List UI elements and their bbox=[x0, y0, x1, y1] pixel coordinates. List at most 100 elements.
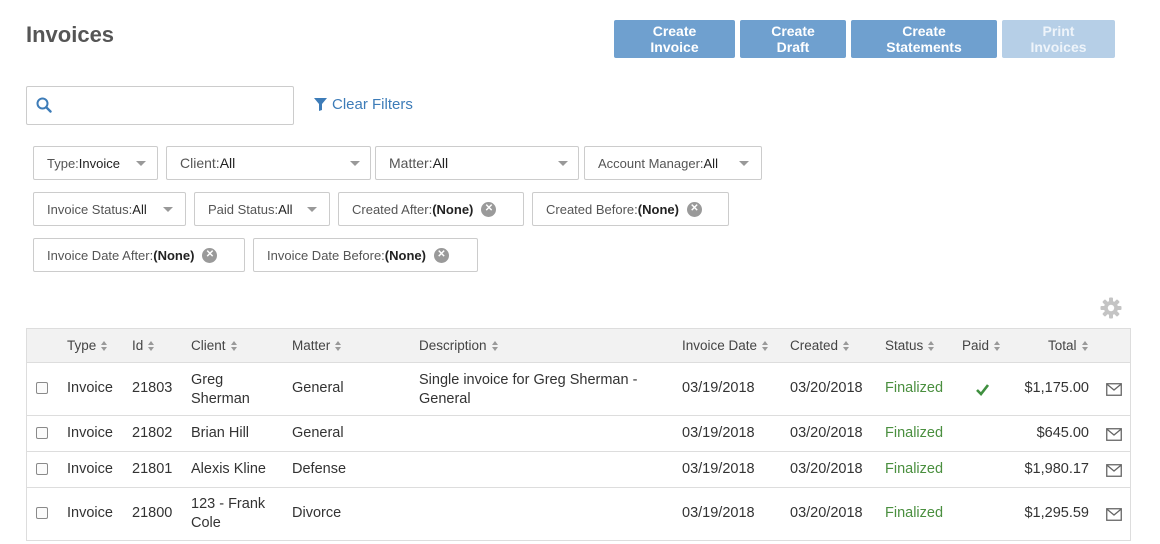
sort-icon bbox=[148, 341, 155, 351]
chevron-down-icon bbox=[350, 161, 360, 166]
filter-matter-label: Matter: bbox=[389, 155, 433, 171]
column-label: Type bbox=[67, 338, 97, 353]
row-checkbox[interactable] bbox=[36, 463, 48, 475]
column-label: Invoice Date bbox=[682, 338, 758, 353]
filter-invoice-date-before[interactable]: Invoice Date Before: (None) ✕ bbox=[253, 238, 478, 272]
clear-circle-icon[interactable]: ✕ bbox=[686, 201, 702, 217]
filter-created-after[interactable]: Created After: (None) ✕ bbox=[338, 192, 524, 226]
cell-id: 21803 bbox=[132, 380, 173, 396]
chevron-down-icon bbox=[136, 161, 146, 166]
cell-status: Finalized bbox=[885, 505, 944, 521]
cell-type: Invoice bbox=[67, 380, 113, 396]
filter-matter[interactable]: Matter: All bbox=[375, 146, 579, 180]
check-icon bbox=[976, 384, 989, 396]
mail-icon[interactable] bbox=[1106, 508, 1122, 521]
filter-account-manager[interactable]: Account Manager: All bbox=[584, 146, 762, 180]
row-checkbox[interactable] bbox=[36, 427, 48, 439]
filter-invoice-status[interactable]: Invoice Status: All bbox=[33, 192, 186, 226]
mail-icon[interactable] bbox=[1106, 383, 1122, 396]
table-row[interactable]: Invoice 21800 123 - Frank Cole Divorce 0… bbox=[27, 488, 1130, 541]
cell-status: Finalized bbox=[885, 425, 944, 441]
cell-invoice-date: 03/19/2018 bbox=[682, 461, 755, 477]
gear-icon[interactable] bbox=[1100, 297, 1122, 319]
clear-circle-icon[interactable]: ✕ bbox=[433, 247, 449, 263]
cell-matter: Divorce bbox=[292, 505, 342, 521]
cell-matter: General bbox=[292, 425, 344, 441]
filter-type-label: Type: bbox=[47, 155, 79, 171]
create-invoice-button[interactable]: Create Invoice bbox=[614, 20, 735, 58]
column-label: Status bbox=[885, 338, 924, 353]
search-box bbox=[26, 86, 294, 125]
filter-invoice-date-after-value: (None) bbox=[153, 247, 195, 263]
search-input[interactable] bbox=[57, 87, 289, 124]
cell-matter: Defense bbox=[292, 461, 347, 477]
page-title: Invoices bbox=[26, 22, 115, 47]
cell-invoice-date: 03/19/2018 bbox=[682, 425, 755, 441]
filter-paid-status[interactable]: Paid Status: All bbox=[194, 192, 330, 226]
filter-type-value: Invoice bbox=[78, 155, 120, 171]
filter-client[interactable]: Client: All bbox=[166, 146, 371, 180]
clear-circle-icon[interactable]: ✕ bbox=[481, 201, 497, 217]
mail-icon[interactable] bbox=[1106, 428, 1122, 441]
mail-icon[interactable] bbox=[1106, 464, 1122, 477]
filter-invoice-date-after[interactable]: Invoice Date After: (None) ✕ bbox=[33, 238, 245, 272]
column-label: Matter bbox=[292, 338, 331, 353]
create-draft-button[interactable]: Create Draft bbox=[740, 20, 846, 58]
cell-total: $1,295.59 bbox=[1024, 505, 1089, 521]
filter-icon bbox=[314, 98, 327, 111]
column-header-status[interactable]: Status bbox=[885, 329, 935, 362]
sort-icon bbox=[1081, 341, 1089, 351]
clear-filters-link[interactable]: Clear Filters bbox=[314, 96, 413, 113]
column-header-client[interactable]: Client bbox=[191, 329, 238, 362]
column-header-created[interactable]: Created bbox=[790, 329, 850, 362]
row-checkbox[interactable] bbox=[36, 382, 48, 394]
filter-invoice-date-after-label: Invoice Date After: bbox=[47, 247, 154, 263]
cell-type: Invoice bbox=[67, 425, 113, 441]
sort-icon bbox=[928, 341, 935, 351]
filter-invoice-status-label: Invoice Status: bbox=[47, 201, 133, 217]
filter-created-after-label: Created After: bbox=[352, 201, 433, 217]
chevron-down-icon bbox=[307, 207, 317, 212]
column-label: Description bbox=[419, 338, 487, 353]
table-header: Type Id Client Matter Description Invoic… bbox=[27, 329, 1130, 363]
cell-created: 03/20/2018 bbox=[790, 380, 863, 396]
column-header-description[interactable]: Description bbox=[419, 329, 499, 362]
cell-status: Finalized bbox=[885, 380, 944, 396]
chevron-down-icon bbox=[163, 207, 173, 212]
sort-icon bbox=[230, 341, 238, 351]
filter-paid-status-label: Paid Status: bbox=[208, 201, 279, 217]
filter-client-value: All bbox=[219, 155, 236, 171]
search-icon bbox=[36, 97, 52, 113]
filter-invoice-date-before-value: (None) bbox=[384, 247, 426, 263]
cell-invoice-date: 03/19/2018 bbox=[682, 505, 755, 521]
filter-created-after-value: (None) bbox=[432, 201, 474, 217]
cell-client: 123 - Frank Cole bbox=[191, 496, 266, 531]
filter-created-before[interactable]: Created Before: (None) ✕ bbox=[532, 192, 729, 226]
column-header-total[interactable]: Total bbox=[1048, 329, 1089, 362]
create-statements-button[interactable]: Create Statements bbox=[851, 20, 997, 58]
row-checkbox[interactable] bbox=[36, 507, 48, 519]
cell-type: Invoice bbox=[67, 505, 113, 521]
clear-circle-icon[interactable]: ✕ bbox=[202, 247, 218, 263]
column-header-type[interactable]: Type bbox=[67, 329, 108, 362]
print-invoices-button[interactable]: Print Invoices bbox=[1002, 20, 1115, 58]
filter-invoice-status-value: All bbox=[132, 201, 147, 217]
column-header-paid[interactable]: Paid bbox=[962, 329, 1001, 362]
filter-type[interactable]: Type: Invoice bbox=[33, 146, 158, 180]
filter-paid-status-value: All bbox=[278, 201, 293, 217]
column-header-matter[interactable]: Matter bbox=[292, 329, 342, 362]
cell-total: $1,175.00 bbox=[1024, 380, 1089, 396]
cell-created: 03/20/2018 bbox=[790, 425, 863, 441]
invoices-table: Type Id Client Matter Description Invoic… bbox=[26, 328, 1131, 541]
chevron-down-icon bbox=[558, 161, 568, 166]
column-label: Paid bbox=[962, 338, 990, 353]
table-row[interactable]: Invoice 21801 Alexis Kline Defense 03/19… bbox=[27, 452, 1130, 488]
clear-filters-label: Clear Filters bbox=[332, 96, 413, 113]
column-header-invoice-date[interactable]: Invoice Date bbox=[682, 329, 769, 362]
column-header-id[interactable]: Id bbox=[132, 329, 155, 362]
table-row[interactable]: Invoice 21803 Greg Sherman General Singl… bbox=[27, 363, 1130, 416]
table-row[interactable]: Invoice 21802 Brian Hill General 03/19/2… bbox=[27, 416, 1130, 452]
cell-id: 21802 bbox=[132, 425, 173, 441]
chevron-down-icon bbox=[739, 161, 749, 166]
filter-matter-value: All bbox=[432, 155, 449, 171]
